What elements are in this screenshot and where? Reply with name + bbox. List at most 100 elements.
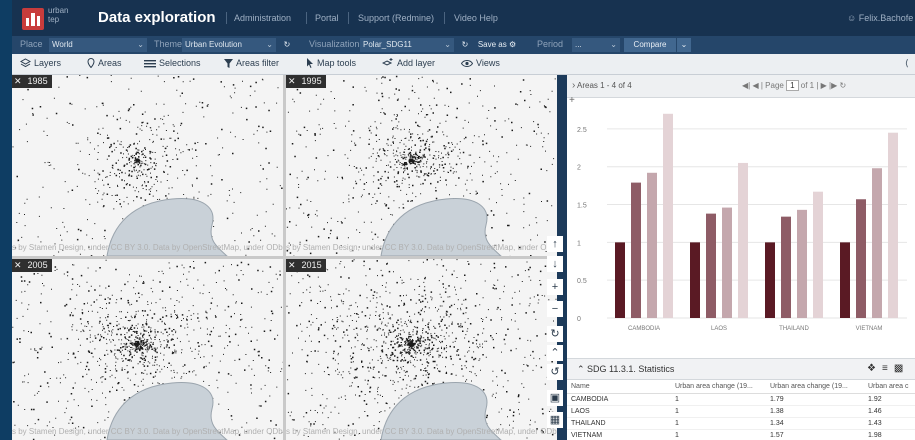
views-button[interactable]: Views [460, 58, 500, 68]
visualization-select[interactable]: Polar_SDG11 ⌄ [360, 38, 454, 52]
theme-refresh-icon[interactable]: ↻ [280, 38, 294, 52]
column-header[interactable]: Urban area change (19... [675, 379, 770, 394]
chart-bar[interactable] [615, 242, 625, 318]
north-icon[interactable]: ⌃ [547, 345, 563, 361]
period-select[interactable]: ... ⌄ [572, 38, 620, 52]
column-header[interactable]: Urban area change (19... [770, 379, 868, 394]
urban-tep-logo[interactable] [22, 8, 44, 30]
page-title: Data exploration [98, 9, 216, 26]
nav-support[interactable]: Support (Redmine) [358, 13, 434, 23]
stats-table: Name Urban area change (19... Urban area… [567, 379, 915, 440]
chart-bar[interactable] [797, 209, 807, 318]
selections-button[interactable]: Selections [144, 58, 201, 68]
chart-bar[interactable] [690, 242, 700, 318]
first-page-icon[interactable]: ◀| [742, 81, 750, 90]
chart-bar[interactable] [888, 132, 898, 318]
filter-bar: Place World ⌄ Theme Urban Evolution ⌄ ↻ Vi… [12, 36, 915, 54]
close-icon[interactable]: ✕ [14, 76, 22, 86]
save-as-button[interactable]: Save as ⚙ [474, 38, 520, 52]
layers-button[interactable]: Layers [19, 58, 61, 68]
map-year-tab[interactable]: ✕ 2015 [286, 259, 326, 272]
arrow-down-icon[interactable]: ↓ [547, 256, 563, 272]
chart-bar[interactable] [631, 182, 641, 318]
compare-button[interactable]: Compare [624, 38, 676, 52]
page-input[interactable]: 1 [786, 80, 799, 91]
share-icon[interactable]: ⟨ [905, 58, 909, 69]
chart-bar[interactable] [663, 113, 673, 318]
areas-filter-button[interactable]: Areas filter [224, 58, 279, 68]
map-panel[interactable]: ✕ 1995 s by Stamen Design, under CC BY 3.… [286, 75, 557, 256]
last-page-icon[interactable]: |▶ [829, 81, 837, 90]
zoom-in-icon[interactable]: + [547, 279, 563, 295]
close-icon[interactable]: ✕ [288, 76, 296, 86]
close-icon[interactable]: ✕ [14, 260, 22, 270]
table-cell: 1.34 [770, 417, 868, 430]
chart-bar[interactable] [840, 242, 850, 318]
nav-administration[interactable]: Administration [234, 13, 291, 23]
map-panel[interactable]: ✕ 2015 s by Stamen Design, under CC BY 3.… [286, 259, 557, 440]
map-canvas[interactable] [286, 75, 557, 256]
prev-page-icon[interactable]: ◀ [752, 81, 758, 90]
theme-select[interactable]: Urban Evolution ⌄ [182, 38, 276, 52]
zoom-out-icon[interactable]: − [547, 301, 563, 317]
y-tick-label: 1.5 [577, 203, 587, 210]
nav-video-help[interactable]: Video Help [454, 13, 498, 23]
map-year-tab[interactable]: ✕ 1995 [286, 75, 326, 88]
place-select[interactable]: World ⌄ [49, 38, 147, 52]
map-attribution: s by Stamen Design, under CC BY 3.0. Dat… [286, 243, 557, 252]
rotate-ccw-icon[interactable]: ↺ [547, 364, 563, 380]
refresh-icon[interactable]: ↻ [840, 81, 847, 90]
map-year-tab[interactable]: ✕ 1985 [12, 75, 52, 88]
chart-bar[interactable] [765, 242, 775, 318]
filter-icon [224, 59, 233, 68]
map-panel[interactable]: ✕ 1985 s by Stamen Design, under CC BY 3.… [12, 75, 283, 256]
table-cell: CAMBODIA [567, 393, 675, 406]
stats-title[interactable]: ⌃ SDG 11.3.1. Statistics [577, 364, 674, 375]
collapse-panel-icon[interactable]: › [572, 80, 575, 91]
chart-bar[interactable] [647, 172, 657, 318]
user-menu[interactable]: ☺ Felix.Bachofe [847, 13, 913, 23]
map-controls: ↑ ↓ + − ↻ ⌃ ↺ ▣ ▦ [545, 75, 565, 440]
info-icon[interactable]: ❖ [867, 363, 882, 374]
map-year: 2005 [27, 260, 48, 270]
map-pin-icon [87, 58, 95, 69]
chart-bar[interactable] [706, 213, 716, 318]
add-layer-button[interactable]: Add layer [381, 58, 436, 68]
chart-bar[interactable] [856, 199, 866, 318]
compare-dropdown-icon[interactable]: ⌄ [677, 38, 691, 52]
map-canvas[interactable] [286, 259, 557, 440]
chart-bar[interactable] [781, 216, 791, 318]
map-canvas[interactable] [12, 75, 283, 256]
chart-bar[interactable] [813, 191, 823, 318]
layers-grid-icon[interactable]: ▣ [547, 390, 563, 406]
add-layer-label: Add layer [397, 58, 436, 68]
export-icon[interactable]: ▩ [894, 363, 909, 374]
stats-actions: ❖≡▩ [867, 363, 909, 374]
add-panel-icon[interactable]: + [569, 95, 575, 106]
chart-bar[interactable] [872, 168, 882, 318]
column-header[interactable]: Name [567, 379, 675, 394]
table-row[interactable]: THAILAND 1 1.34 1.43 [567, 417, 915, 430]
settings-icon[interactable]: ≡ [882, 363, 894, 374]
visualization-refresh-icon[interactable]: ↻ [458, 38, 472, 52]
column-header[interactable]: Urban area c [868, 379, 915, 394]
table-cell: 1 [675, 405, 770, 418]
table-row[interactable]: LAOS 1 1.38 1.46 [567, 405, 915, 418]
map-tools-button[interactable]: Map tools [306, 58, 356, 68]
map-canvas[interactable] [12, 259, 283, 440]
rotate-cw-icon[interactable]: ↻ [547, 326, 563, 342]
map-year-tab[interactable]: ✕ 2005 [12, 259, 52, 272]
chart-bar[interactable] [722, 207, 732, 318]
nav-portal[interactable]: Portal [315, 13, 339, 23]
chart-bar[interactable] [738, 162, 748, 318]
eye-icon [460, 60, 474, 67]
close-icon[interactable]: ✕ [288, 260, 296, 270]
arrow-up-icon[interactable]: ↑ [547, 236, 563, 252]
areas-filter-label: Areas filter [236, 58, 280, 68]
table-row[interactable]: CAMBODIA 1 1.79 1.92 [567, 393, 915, 406]
table-row[interactable]: VIETNAM 1 1.57 1.98 [567, 429, 915, 440]
next-page-icon[interactable]: ▶ [821, 81, 827, 90]
map-panel[interactable]: ✕ 2005 s by Stamen Design, under CC BY 3.… [12, 259, 283, 440]
grid-icon[interactable]: ▦ [547, 412, 563, 428]
areas-button[interactable]: Areas [87, 58, 122, 69]
